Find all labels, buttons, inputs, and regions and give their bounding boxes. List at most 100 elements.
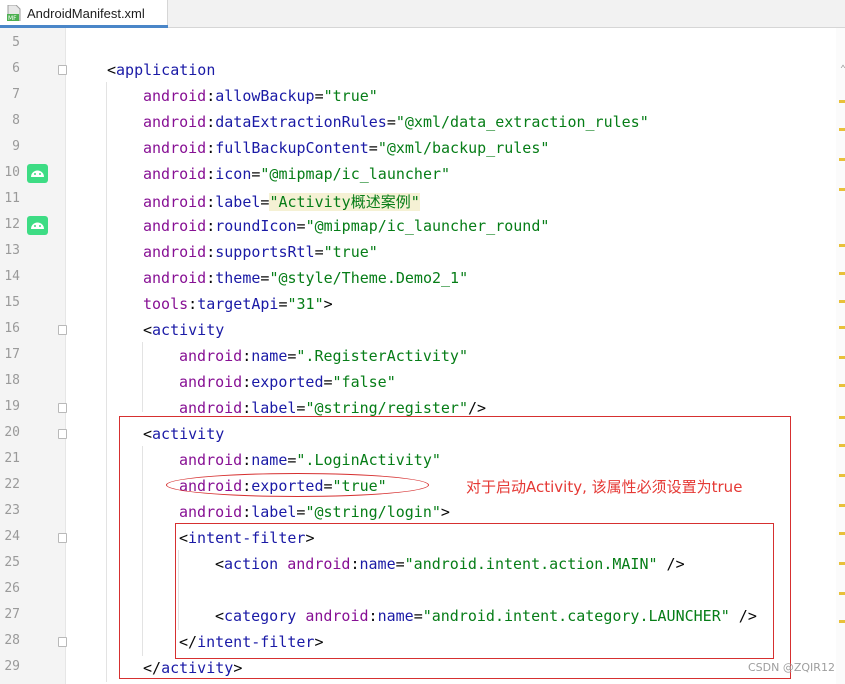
code-token: : — [206, 139, 216, 157]
warning-marker[interactable] — [839, 188, 845, 191]
code-line[interactable]: 14 android:theme="@style/Theme.Demo2_1" — [0, 265, 845, 291]
code-line[interactable]: 16 <activity — [0, 317, 845, 343]
code-token: android — [179, 373, 243, 391]
line-number: 26 — [4, 581, 20, 596]
code-line[interactable]: 7 android:allowBackup="true" — [0, 83, 845, 109]
code-text[interactable]: <activity — [143, 321, 224, 339]
code-token: android — [143, 243, 207, 261]
code-text[interactable]: android:exported="false" — [179, 373, 396, 391]
code-token: android — [143, 165, 207, 183]
code-token: "@xml/data_extraction_rules" — [395, 113, 649, 131]
code-line[interactable]: 12 android:roundIcon="@mipmap/ic_launcher… — [0, 213, 845, 239]
line-number: 23 — [4, 503, 20, 518]
code-text[interactable]: android:label="Activity概述案例" — [143, 191, 420, 212]
fold-marker-icon[interactable] — [58, 65, 67, 75]
line-number: 17 — [4, 347, 20, 362]
code-line[interactable]: 6 <application — [0, 57, 845, 83]
code-line[interactable]: 15 tools:targetApi="31"> — [0, 291, 845, 317]
warning-marker[interactable] — [839, 326, 845, 329]
code-line[interactable]: 11 android:label="Activity概述案例" — [0, 187, 845, 213]
line-number: 28 — [4, 633, 20, 648]
tab-label: AndroidManifest.xml — [27, 6, 145, 21]
warning-marker[interactable] — [839, 272, 845, 275]
line-number: 5 — [12, 35, 20, 50]
line-number: 25 — [4, 555, 20, 570]
code-line[interactable]: 17 android:name=".RegisterActivity" — [0, 343, 845, 369]
line-number: 24 — [4, 529, 20, 544]
line-number: 14 — [4, 269, 20, 284]
fold-marker-icon[interactable] — [58, 429, 67, 439]
warning-marker[interactable] — [839, 444, 845, 447]
fold-marker-icon[interactable] — [58, 403, 67, 413]
scroll-marker-icon: ⌃ — [840, 64, 845, 75]
warning-marker[interactable] — [839, 244, 845, 247]
warning-marker[interactable] — [839, 504, 845, 507]
code-token: android — [143, 193, 207, 211]
code-text[interactable]: android:theme="@style/Theme.Demo2_1" — [143, 269, 468, 287]
code-token: : — [206, 243, 216, 261]
code-token: application — [116, 61, 216, 79]
code-line[interactable]: 9 android:fullBackupContent="@xml/backup_… — [0, 135, 845, 161]
code-token: tools — [143, 295, 189, 313]
code-token: roundIcon — [215, 217, 297, 235]
tab-androidmanifest[interactable]: MF AndroidManifest.xml — [0, 0, 168, 28]
code-line[interactable]: 18 android:exported="false" — [0, 369, 845, 395]
warning-marker[interactable] — [839, 356, 845, 359]
code-token: : — [242, 399, 252, 417]
code-token: = — [314, 243, 324, 261]
warning-marker[interactable] — [839, 592, 845, 595]
code-line[interactable]: 10 android:icon="@mipmap/ic_launcher" — [0, 161, 845, 187]
warning-marker[interactable] — [839, 100, 845, 103]
warning-marker[interactable] — [839, 158, 845, 161]
code-line[interactable]: 8 android:dataExtractionRules="@xml/data_… — [0, 109, 845, 135]
warning-marker[interactable] — [839, 384, 845, 387]
code-text[interactable]: android:roundIcon="@mipmap/ic_launcher_r… — [143, 217, 549, 235]
code-token: = — [368, 139, 378, 157]
android-icon[interactable] — [27, 164, 48, 183]
watermark: CSDN @ZQIR12 — [748, 661, 835, 674]
line-number: 7 — [12, 87, 20, 102]
code-text[interactable]: android:fullBackupContent="@xml/backup_r… — [143, 139, 549, 157]
code-token: = — [323, 373, 333, 391]
code-token: : — [206, 165, 216, 183]
code-token: /> — [468, 399, 487, 417]
line-number: 9 — [12, 139, 20, 154]
code-token: targetApi — [197, 295, 279, 313]
line-number: 11 — [4, 191, 20, 206]
warning-marker[interactable] — [839, 532, 845, 535]
code-token: "@xml/backup_rules" — [377, 139, 550, 157]
code-text[interactable]: android:icon="@mipmap/ic_launcher" — [143, 165, 450, 183]
code-token: = — [296, 217, 306, 235]
code-token: dataExtractionRules — [215, 113, 387, 131]
code-token: : — [206, 87, 216, 105]
line-number: 8 — [12, 113, 20, 128]
warning-marker[interactable] — [839, 300, 845, 303]
code-text[interactable]: android:allowBackup="true" — [143, 87, 378, 105]
code-token: "@string/register" — [305, 399, 468, 417]
code-token: theme — [215, 269, 261, 287]
code-text[interactable]: android:dataExtractionRules="@xml/data_e… — [143, 113, 649, 131]
fold-marker-icon[interactable] — [58, 637, 67, 647]
code-text[interactable]: android:name=".RegisterActivity" — [179, 347, 468, 365]
code-line[interactable]: 5 — [0, 31, 845, 57]
warning-marker[interactable] — [839, 128, 845, 131]
warning-marker[interactable] — [839, 562, 845, 565]
code-token: android — [143, 269, 207, 287]
code-token: android — [143, 217, 207, 235]
warning-marker[interactable] — [839, 474, 845, 477]
line-number: 29 — [4, 659, 20, 674]
code-token: = — [278, 295, 288, 313]
code-line[interactable]: 13 android:supportsRtl="true" — [0, 239, 845, 265]
code-text[interactable]: <application — [107, 61, 215, 79]
code-text[interactable]: tools:targetApi="31"> — [143, 295, 333, 313]
warning-marker[interactable] — [839, 416, 845, 419]
code-token: : — [206, 113, 216, 131]
code-text[interactable]: android:supportsRtl="true" — [143, 243, 378, 261]
code-token: "@style/Theme.Demo2_1" — [269, 269, 469, 287]
warning-marker[interactable] — [839, 620, 845, 623]
android-icon[interactable] — [27, 216, 48, 235]
code-text[interactable]: android:label="@string/register"/> — [179, 399, 486, 417]
fold-marker-icon[interactable] — [58, 533, 67, 543]
fold-marker-icon[interactable] — [58, 325, 67, 335]
code-token: supportsRtl — [215, 243, 315, 261]
